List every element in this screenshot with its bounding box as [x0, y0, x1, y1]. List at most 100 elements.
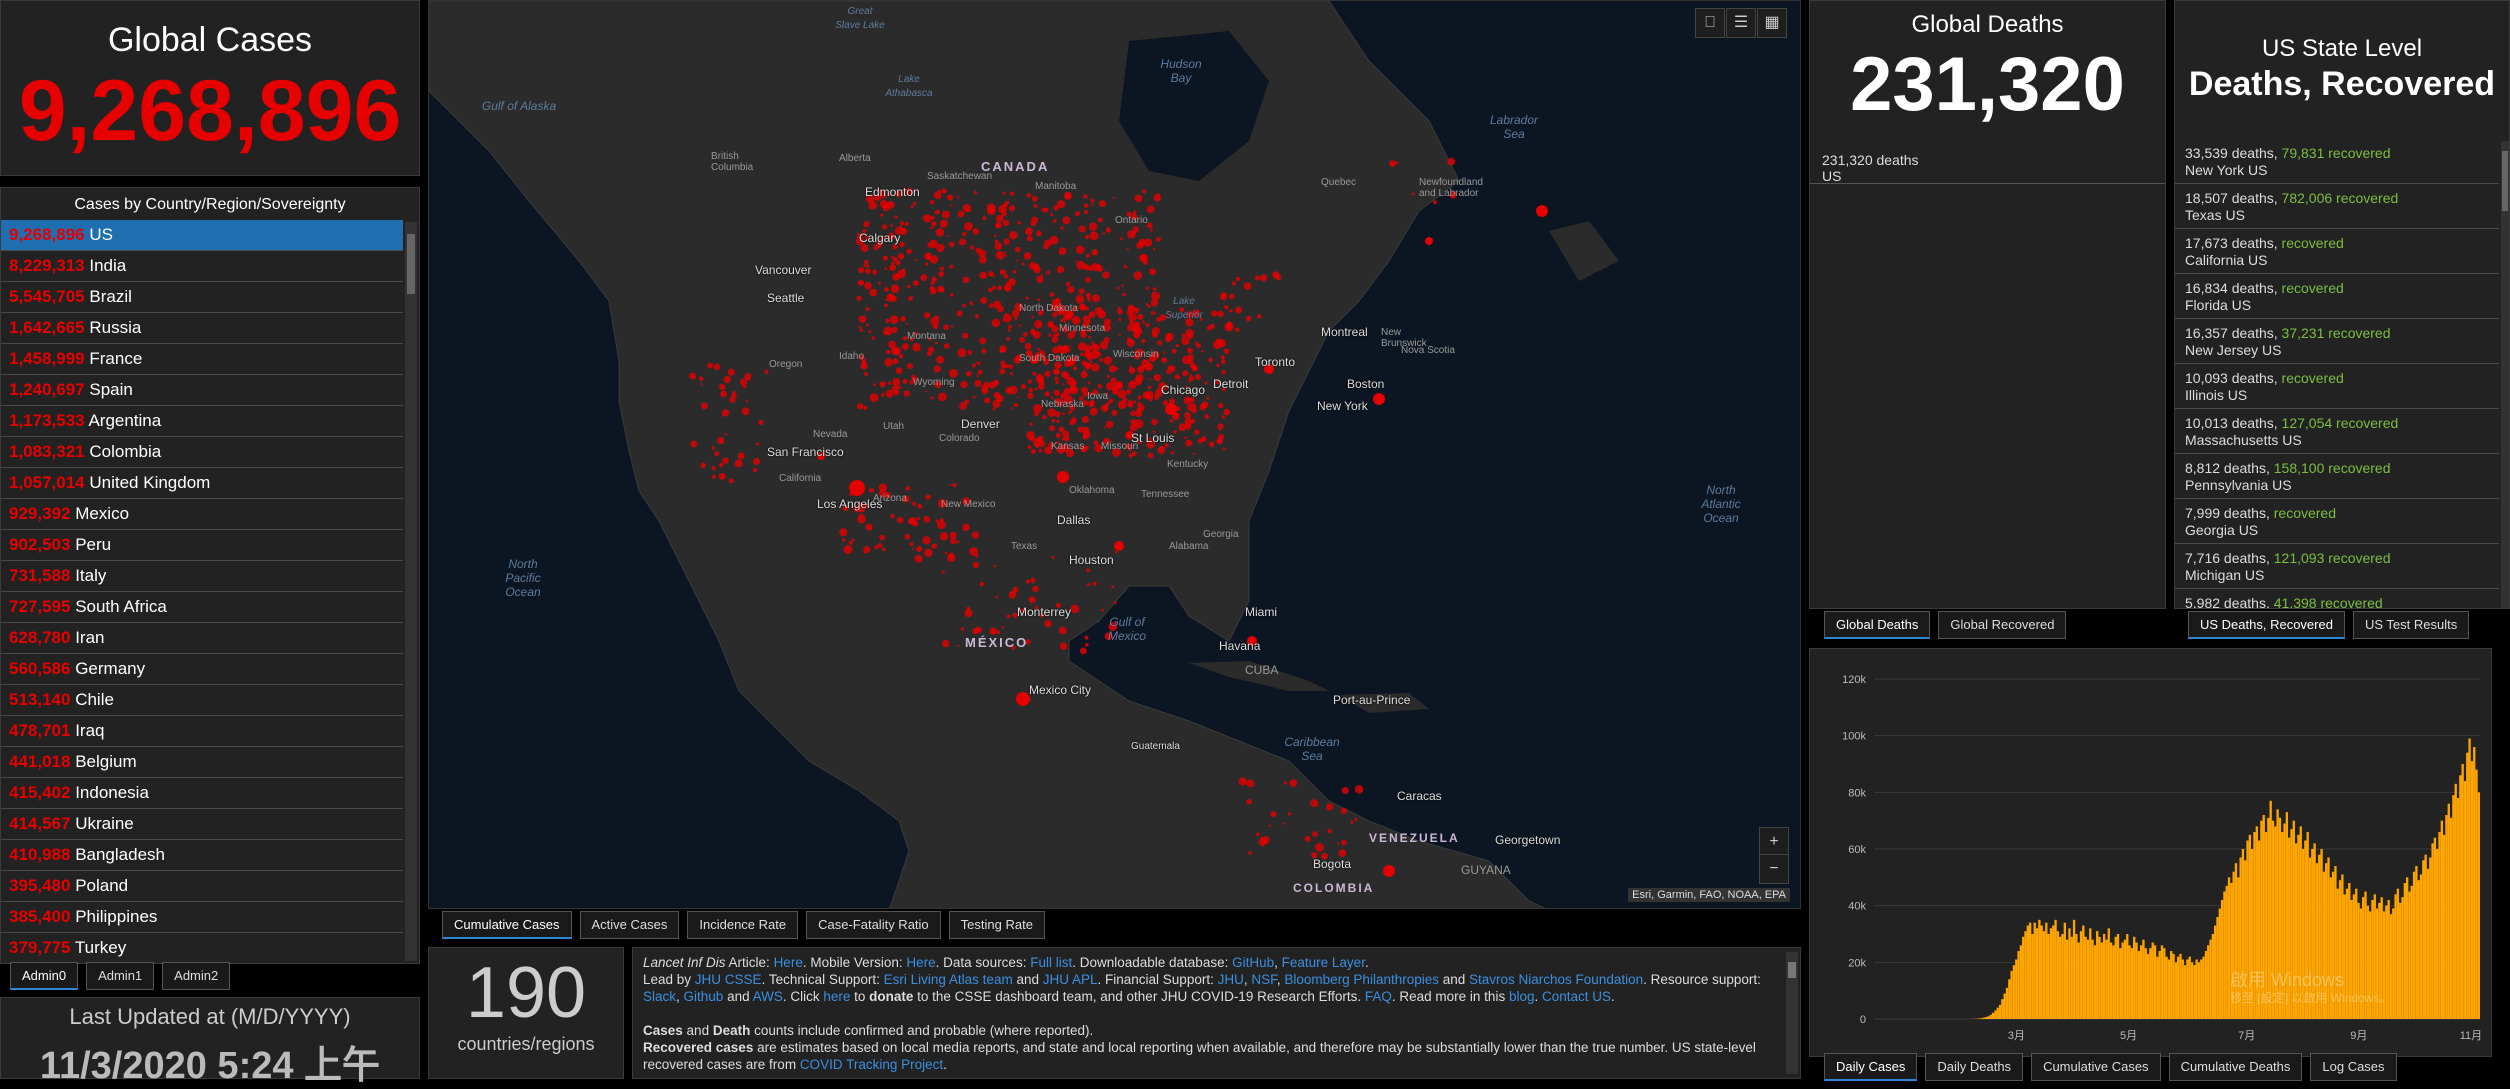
case-dot[interactable]	[974, 380, 981, 387]
case-dot[interactable]	[1137, 314, 1143, 320]
chart-bar[interactable]	[2452, 795, 2454, 1019]
case-dot[interactable]	[1084, 369, 1086, 371]
case-dot[interactable]	[949, 484, 951, 486]
case-dot[interactable]	[1027, 193, 1032, 198]
case-dot[interactable]	[930, 200, 934, 204]
case-dot[interactable]	[873, 383, 876, 386]
chart-bar[interactable]	[2473, 747, 2475, 1019]
country-row[interactable]: 410,988 Bangladesh	[1, 840, 403, 871]
chart-bar[interactable]	[1985, 1017, 1987, 1019]
chart-bar[interactable]	[2057, 931, 2059, 1019]
case-dot[interactable]	[1090, 361, 1093, 364]
country-row[interactable]: 929,392 Mexico	[1, 499, 403, 530]
chart-bar[interactable]	[2196, 960, 2198, 1020]
case-dot[interactable]	[1341, 808, 1347, 814]
case-dot[interactable]	[996, 215, 1004, 223]
case-dot[interactable]	[972, 228, 979, 235]
case-dot[interactable]	[1239, 777, 1247, 785]
case-dot[interactable]	[1039, 440, 1046, 447]
chart-bar[interactable]	[2152, 943, 2154, 1020]
case-dot[interactable]	[938, 271, 944, 277]
case-dot[interactable]	[1190, 419, 1195, 424]
case-dot[interactable]	[937, 286, 944, 293]
case-dot[interactable]	[924, 549, 932, 557]
case-dot[interactable]	[927, 243, 932, 248]
case-dot[interactable]	[1151, 299, 1158, 306]
chart-bar[interactable]	[2156, 957, 2158, 1019]
case-dot[interactable]	[950, 204, 952, 206]
case-dot[interactable]	[1037, 298, 1040, 301]
case-dot[interactable]	[1083, 430, 1091, 438]
github-support-link[interactable]: Github	[684, 989, 724, 1004]
chart-bar[interactable]	[2066, 940, 2068, 1019]
case-dot[interactable]	[1004, 251, 1006, 253]
case-dot[interactable]	[738, 452, 745, 459]
case-dot[interactable]	[900, 228, 908, 236]
chart-bar[interactable]	[2038, 920, 2040, 1019]
case-dot[interactable]	[1034, 320, 1042, 328]
case-dot[interactable]	[852, 538, 855, 541]
case-dot[interactable]	[952, 483, 956, 487]
map-view[interactable]: CANADA MÉXICO CUBA VENEZUELA GUYANA COLO…	[428, 0, 1801, 909]
case-dot[interactable]	[1050, 292, 1055, 297]
state-row[interactable]: 5,982 deaths, 41,398 recovered	[2175, 589, 2499, 609]
case-dot[interactable]	[1210, 324, 1215, 329]
chart-bar[interactable]	[2084, 937, 2086, 1019]
case-dot[interactable]	[1118, 307, 1121, 310]
chart-bar[interactable]	[1983, 1018, 1985, 1019]
tab-case-fatality-ratio[interactable]: Case-Fatality Ratio	[806, 911, 941, 939]
case-dot[interactable]	[957, 348, 966, 357]
case-dot[interactable]	[1257, 314, 1262, 319]
case-dot[interactable]	[1182, 370, 1188, 376]
case-dot[interactable]	[699, 376, 704, 381]
case-dot[interactable]	[1062, 345, 1070, 353]
case-dot[interactable]	[1010, 191, 1014, 195]
case-dot[interactable]	[977, 375, 980, 378]
case-dot[interactable]	[753, 468, 757, 472]
case-dot[interactable]	[1037, 348, 1040, 351]
case-dot[interactable]	[1059, 427, 1065, 433]
chart-bar[interactable]	[2461, 764, 2463, 1019]
case-dot[interactable]	[756, 442, 759, 445]
case-dot[interactable]	[719, 384, 725, 390]
case-dot[interactable]	[1044, 620, 1051, 627]
case-dot[interactable]	[890, 315, 899, 324]
case-dot[interactable]	[975, 555, 978, 558]
case-dot[interactable]	[928, 347, 934, 353]
case-dot[interactable]	[1283, 822, 1285, 824]
case-dot[interactable]	[1113, 197, 1115, 199]
case-dot[interactable]	[1084, 203, 1089, 208]
case-dot[interactable]	[884, 287, 889, 292]
case-dot[interactable]	[1310, 799, 1318, 807]
case-dot[interactable]	[1001, 626, 1003, 628]
case-dot[interactable]	[860, 244, 868, 252]
case-dot[interactable]	[1039, 380, 1042, 383]
case-dot[interactable]	[753, 458, 760, 465]
case-dot[interactable]	[1176, 345, 1179, 348]
case-dot[interactable]	[1150, 229, 1153, 232]
case-dot[interactable]	[1270, 811, 1276, 817]
chart-bar[interactable]	[2418, 880, 2420, 1019]
case-dot[interactable]	[942, 640, 949, 647]
case-dot[interactable]	[1149, 268, 1156, 275]
case-dot[interactable]	[1151, 331, 1157, 337]
case-dot[interactable]	[1141, 359, 1149, 367]
case-dot[interactable]	[888, 381, 892, 385]
chart-bar[interactable]	[2179, 954, 2181, 1019]
case-dot[interactable]	[865, 523, 872, 530]
chart-bar[interactable]	[2091, 940, 2093, 1019]
case-dot[interactable]	[957, 541, 960, 544]
case-dot[interactable]	[894, 215, 897, 218]
case-dot[interactable]	[1229, 309, 1233, 313]
case-dot[interactable]	[940, 266, 944, 270]
case-dot[interactable]	[1041, 274, 1044, 277]
country-row[interactable]: 5,545,705 Brazil	[1, 282, 403, 313]
case-dot[interactable]	[1189, 376, 1195, 382]
case-dot[interactable]	[959, 238, 966, 245]
case-dot[interactable]	[1088, 382, 1091, 385]
case-dot[interactable]	[870, 393, 879, 402]
case-dot[interactable]	[906, 323, 908, 325]
case-dot[interactable]	[892, 378, 900, 386]
case-dot[interactable]	[898, 253, 904, 259]
case-dot[interactable]	[1153, 248, 1155, 250]
